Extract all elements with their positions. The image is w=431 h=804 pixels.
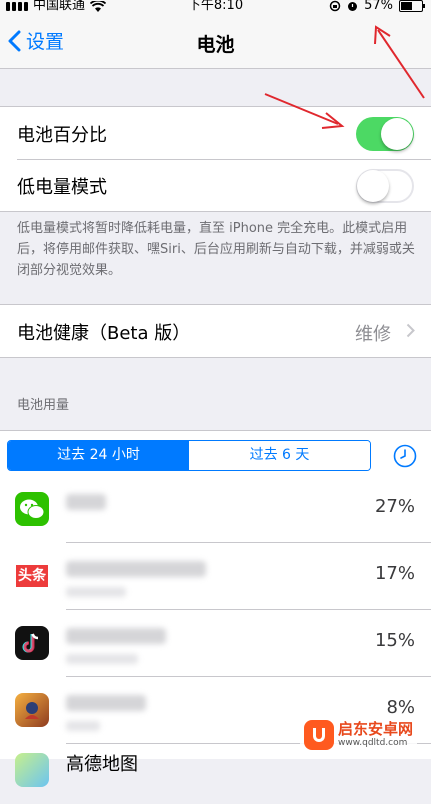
watermark: 启东安卓网 www.qdltd.com [300,718,418,752]
rotation-lock-icon [329,0,341,12]
low-power-mode-description: 低电量模式将暂时降低耗电量，直至 iPhone 完全充电。此模式启用后，将停用邮… [17,221,415,278]
tab-last-24-hours[interactable]: 过去 24 小时 [8,441,189,470]
watermark-logo [304,720,334,750]
app-name-redacted [66,561,206,577]
wechat-icon [15,492,49,526]
battery-health-group: 电池健康（Beta 版） 维修 [0,304,431,358]
toutiao-icon-text: 头条 [16,565,48,587]
low-power-mode-row: 低电量模式 [0,159,431,211]
battery-percent: 57% [364,0,393,13]
status-bar: 中国联通 下午8:10 57% [0,0,431,14]
battery-usage-header: 电池用量 [17,398,70,413]
toggle-knob [381,118,413,150]
chevron-right-icon [406,323,415,338]
low-power-mode-label: 低电量模式 [17,177,107,198]
app-subtitle-redacted [66,587,126,597]
amap-icon [15,753,49,787]
game-icon [15,693,49,727]
app-usage-percent: 15% [374,630,415,651]
app-name-redacted [66,494,106,510]
low-power-mode-toggle[interactable] [356,169,414,203]
battery-health-row[interactable]: 电池健康（Beta 版） 维修 [0,305,431,357]
app-usage-row[interactable]: 头条 17% [0,543,431,610]
app-usage-row[interactable]: 15% [0,610,431,677]
app-name: 高德地图 [66,754,138,775]
battery-settings-group: 电池百分比 低电量模式 [0,106,431,212]
app-name-redacted [66,628,166,644]
watermark-title: 启东安卓网 [338,720,414,738]
app-subtitle-redacted [66,654,138,664]
page-title: 电池 [196,34,235,56]
battery-percentage-row: 电池百分比 [0,107,431,159]
app-usage-percent: 27% [374,496,415,517]
battery-percentage-toggle[interactable] [356,117,414,151]
battery-icon [399,0,425,12]
alarm-icon [348,2,358,11]
toutiao-icon: 头条 [15,559,49,593]
battery-usage-panel: 过去 24 小时 过去 6 天 27% 头条 17% 15% 8% 高德地图 [0,430,431,787]
tab-last-6-days[interactable]: 过去 6 天 [189,441,370,470]
battery-health-label: 电池健康（Beta 版） [17,323,191,344]
app-usage-percent: 17% [374,563,415,584]
navigation-bar: 设置 电池 [0,14,431,69]
watermark-url: www.qdltd.com [338,738,408,748]
app-usage-percent: 8% [386,697,415,718]
toggle-knob [357,170,389,202]
app-subtitle-redacted [66,721,100,731]
app-name-redacted [66,695,146,711]
battery-percentage-label: 电池百分比 [17,125,107,146]
battery-health-value: 维修 [355,324,391,345]
time-range-segmented-control: 过去 24 小时 过去 6 天 [7,440,371,471]
douyin-icon [15,626,49,660]
app-usage-row[interactable]: 27% [0,476,431,543]
clock-icon[interactable] [393,444,417,468]
